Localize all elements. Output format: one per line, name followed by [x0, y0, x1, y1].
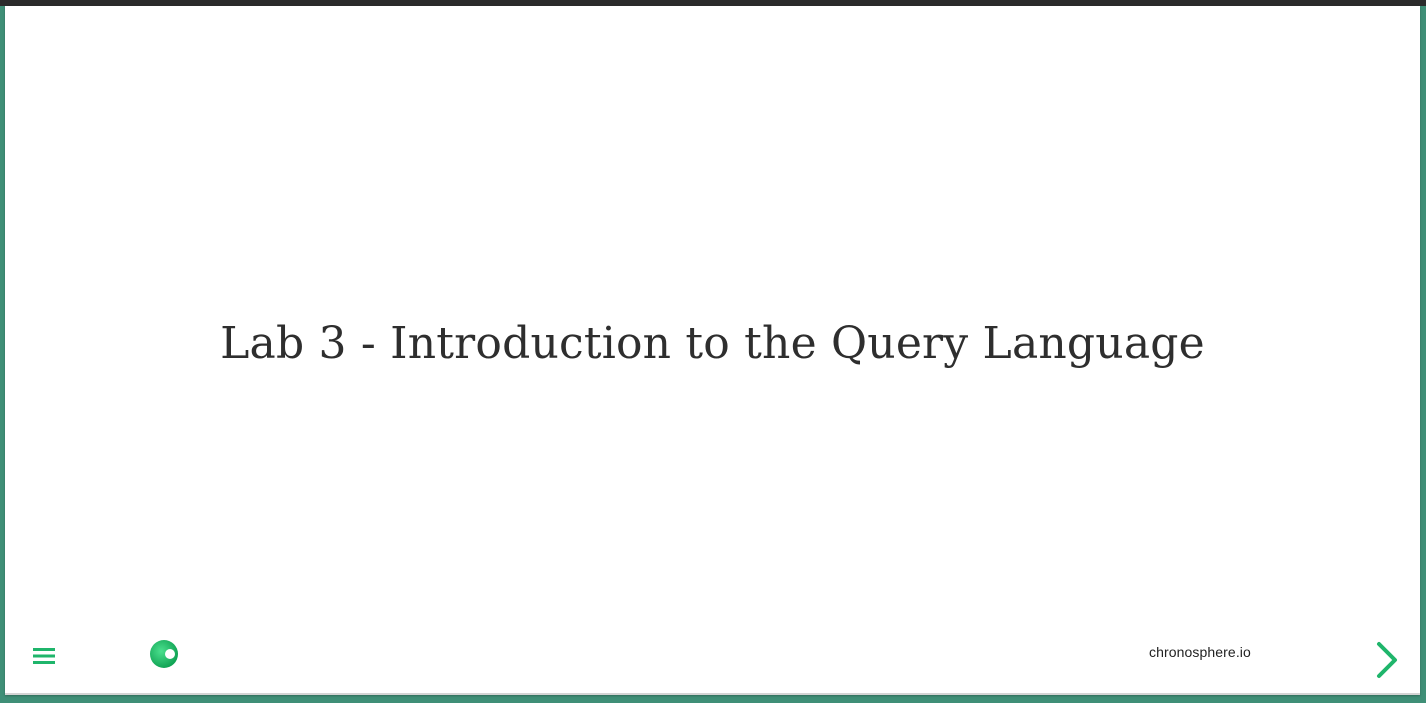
chevron-right-icon — [1377, 642, 1397, 678]
next-slide-button[interactable] — [1370, 638, 1404, 682]
menu-icon — [33, 648, 55, 664]
slide: Lab 3 - Introduction to the Query Langua… — [5, 6, 1420, 695]
company-domain[interactable]: chronosphere.io — [1149, 644, 1251, 660]
slide-title: Lab 3 - Introduction to the Query Langua… — [220, 318, 1205, 369]
menu-button[interactable] — [29, 641, 59, 671]
chronosphere-logo-icon — [148, 638, 180, 670]
slide-footer: chronosphere.io — [5, 626, 1420, 686]
